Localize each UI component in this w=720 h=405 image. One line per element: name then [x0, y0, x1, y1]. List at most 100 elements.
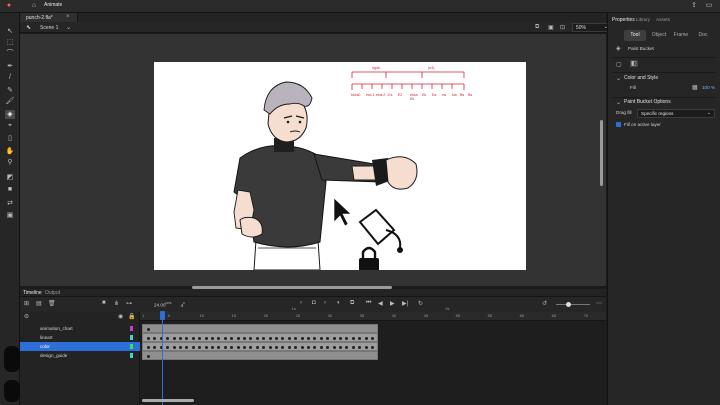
keyframe-dot[interactable]	[268, 346, 272, 349]
tab-frame[interactable]: Frame	[670, 30, 692, 41]
keyframe-dot[interactable]	[364, 346, 368, 349]
parenting-icon[interactable]: ⊶	[126, 300, 132, 307]
close-tab-icon[interactable]: ×	[66, 14, 70, 20]
keyframe-dot[interactable]	[268, 337, 272, 340]
keyframe-dot[interactable]	[255, 346, 259, 349]
fill-active-layer-checkbox[interactable]	[616, 122, 621, 127]
keyframe-dot[interactable]	[179, 346, 182, 349]
keyframe-dot[interactable]	[307, 337, 310, 340]
eyedropper-icon[interactable]: ⌖	[5, 121, 15, 130]
keyframe-dot[interactable]	[166, 337, 170, 340]
keyframe-dot[interactable]	[339, 346, 342, 349]
keyframe-dot[interactable]	[332, 346, 336, 349]
frame-size-slider[interactable]	[556, 304, 590, 305]
onion-skin-icon[interactable]: ◑	[336, 300, 340, 306]
loop-icon[interactable]: ↻	[418, 300, 423, 307]
layer-depth-icon[interactable]: ⋔	[114, 300, 119, 307]
keyframe-dot[interactable]	[332, 337, 336, 340]
swatch-grid-icon[interactable]: ▦	[692, 84, 698, 91]
playhead-handle[interactable]	[160, 311, 165, 320]
free-transform-icon[interactable]: ⬚	[5, 38, 15, 47]
stroke-color-icon[interactable]: ◩	[5, 173, 15, 182]
keyframe-dot[interactable]	[243, 337, 246, 340]
lock-icon[interactable]: 🔒	[128, 313, 135, 320]
delete-layer-icon[interactable]: 🗑	[48, 300, 56, 307]
library-tab[interactable]: Library	[636, 17, 650, 22]
keyframe-dot[interactable]	[243, 346, 246, 349]
zoom-tool-icon[interactable]: ⚲	[5, 158, 15, 167]
paint-bucket-icon[interactable]: ◈	[5, 110, 15, 119]
back-arrow-icon[interactable]: ⬉	[26, 24, 31, 31]
keyframe-dot[interactable]	[326, 337, 330, 340]
keyframe-dot[interactable]	[191, 337, 195, 340]
keyframe-dot[interactable]	[153, 337, 157, 340]
home-icon[interactable]: ⌂	[30, 2, 38, 10]
layer-toggle-icon[interactable]: ⊜	[24, 313, 29, 320]
chevron-down-icon[interactable]: ⌄	[66, 24, 71, 31]
keyframe-dot[interactable]	[358, 337, 362, 340]
keyframe-dot[interactable]	[223, 346, 227, 349]
keyframe-dot[interactable]	[300, 346, 304, 349]
keyframe-dot[interactable]	[185, 346, 189, 349]
brush-tool-icon[interactable]: 🖌	[5, 97, 15, 106]
keyframe-dot[interactable]	[204, 337, 208, 340]
keyframe-dot[interactable]	[287, 346, 291, 349]
eraser-icon[interactable]: ▯	[5, 134, 15, 143]
edit-toolbar-icon[interactable]: ▣	[5, 211, 15, 220]
keyframe-dot[interactable]	[345, 346, 349, 349]
layer-row[interactable]: animation_chart	[20, 324, 140, 333]
layer-row[interactable]: color	[20, 342, 140, 351]
insert-keyframe-icon[interactable]: ◘	[312, 300, 316, 306]
keyframe-dot[interactable]	[319, 337, 323, 340]
keyframe-dot[interactable]	[185, 337, 189, 340]
keyframe-dot[interactable]	[275, 337, 278, 340]
keyframe-dot[interactable]	[371, 346, 374, 349]
keyframe-dot[interactable]	[364, 337, 368, 340]
share-icon[interactable]: ⇪	[690, 2, 698, 10]
keyframe-dot[interactable]	[371, 337, 374, 340]
tab-doc[interactable]: Doc	[692, 30, 714, 41]
keyframe-dot[interactable]	[255, 337, 259, 340]
frame-row[interactable]	[140, 324, 606, 333]
new-folder-icon[interactable]: ▤	[36, 300, 42, 307]
object-drawing-icon[interactable]: ▢	[616, 61, 622, 68]
frame-row[interactable]	[140, 351, 606, 360]
selection-tool-icon[interactable]: ↖	[5, 27, 15, 36]
frames-grid[interactable]: 1s 2s	[140, 306, 606, 405]
keyframe-dot[interactable]	[198, 346, 202, 349]
step-forward-icon[interactable]: ▶|	[402, 300, 408, 307]
frame-span[interactable]	[142, 333, 378, 342]
prev-keyframe-icon[interactable]: ‹	[300, 300, 302, 306]
keyframe-dot[interactable]	[204, 346, 208, 349]
eye-icon[interactable]: ◉	[118, 313, 123, 320]
tab-tool[interactable]: Tool	[624, 30, 646, 41]
keyframe-dot[interactable]	[358, 346, 362, 349]
undo-icon[interactable]: ↺	[542, 300, 547, 307]
step-back-icon[interactable]: ◀	[378, 300, 383, 307]
output-tab[interactable]: Output	[45, 290, 60, 296]
workspace-icon[interactable]: ▭	[705, 2, 713, 10]
layer-row[interactable]: design_guide	[20, 351, 140, 360]
keyframe-dot[interactable]	[351, 346, 355, 349]
fill-color-icon[interactable]: ■	[5, 185, 15, 194]
keyframe-dot[interactable]	[287, 337, 291, 340]
frame-span[interactable]	[142, 324, 378, 333]
keyframe-dot[interactable]	[211, 346, 214, 349]
fps-readout[interactable]: 24.00FPS 4F	[154, 301, 185, 308]
keyframe-dot[interactable]	[172, 337, 176, 340]
hand-tool-icon[interactable]: ✋	[5, 147, 15, 156]
keyframe-dot[interactable]	[351, 337, 355, 340]
keyframe-dot[interactable]	[300, 337, 304, 340]
keyframe-dot[interactable]	[147, 355, 150, 358]
drag-fill-select[interactable]: Specific regions ⌄	[637, 109, 715, 118]
pen-tool-icon[interactable]: ✒	[5, 62, 15, 71]
keyframe-dot[interactable]	[262, 346, 266, 349]
chevron-down-icon[interactable]: ⌄	[616, 99, 621, 106]
keyframe-dot[interactable]	[191, 346, 195, 349]
center-stage-icon[interactable]: ⊡	[560, 24, 565, 31]
zoom-select[interactable]: 50% ⌄	[572, 23, 612, 32]
keyframe-dot[interactable]	[198, 337, 202, 340]
play-icon[interactable]: ▶	[390, 300, 395, 307]
keyframe-dot[interactable]	[275, 346, 278, 349]
timeline-tab[interactable]: Timeline	[23, 290, 42, 296]
